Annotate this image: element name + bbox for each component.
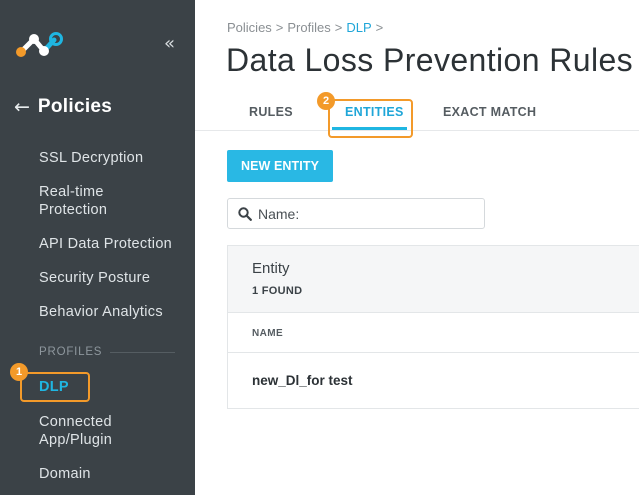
logo-icon[interactable] <box>14 30 66 65</box>
search-box[interactable] <box>227 198 485 229</box>
sidebar-item-api-data-protection[interactable]: API Data Protection <box>39 235 189 253</box>
sidebar-item-ssl-decryption[interactable]: SSL Decryption <box>39 149 189 167</box>
profiles-divider <box>110 351 175 353</box>
breadcrumb-separator: > <box>275 20 284 35</box>
row-divider <box>228 352 639 353</box>
entity-panel-title: Entity <box>252 260 290 277</box>
profiles-section-header: PROFILES <box>39 346 175 358</box>
new-entity-button[interactable]: NEW ENTITY <box>227 150 333 182</box>
search-icon <box>238 206 252 221</box>
sidebar-item-real-time-protection[interactable]: Real-time Protection <box>39 183 149 219</box>
breadcrumb-policies[interactable]: Policies <box>227 20 272 35</box>
sidebar-item-behavior-analytics[interactable]: Behavior Analytics <box>39 303 189 321</box>
breadcrumb-profiles[interactable]: Profiles <box>287 20 330 35</box>
collapse-icon[interactable]: « <box>164 34 175 54</box>
column-header-name[interactable]: NAME <box>252 328 283 339</box>
annotation-badge-1: 1 <box>10 363 28 381</box>
breadcrumb-separator: > <box>334 20 343 35</box>
profiles-header-label: PROFILES <box>39 346 103 358</box>
sidebar-item-domain[interactable]: Domain <box>39 465 189 483</box>
back-to-policies[interactable]: ← Policies <box>14 94 112 120</box>
annotation-badge-2: 2 <box>317 92 335 110</box>
sidebar-item-security-posture[interactable]: Security Posture <box>39 269 189 287</box>
search-input[interactable] <box>258 205 468 222</box>
entities-highlight-box <box>328 99 413 138</box>
back-arrow-icon: ← <box>14 96 30 118</box>
main-content: Policies > Profiles > DLP > Data Loss Prevent… <box>195 0 639 495</box>
sidebar-title: Policies <box>37 96 113 117</box>
tab-bar: RULES ENTITIES EXACT MATCH <box>195 99 639 131</box>
entity-count: 1 FOUND <box>252 285 303 297</box>
sidebar: « ← Policies SSL Decryption Real-time Pr… <box>0 0 195 495</box>
tab-rules[interactable]: RULES <box>249 105 293 119</box>
sidebar-item-connected-app-plugin[interactable]: Connected App/Plugin <box>39 413 149 449</box>
page-title: Data Loss Prevention Rules <box>226 42 634 78</box>
tab-exact-match[interactable]: EXACT MATCH <box>443 105 536 119</box>
sidebar-item-dlp[interactable]: DLP <box>39 378 69 396</box>
breadcrumb-separator: > <box>375 20 384 35</box>
breadcrumb: Policies > Profiles > DLP > <box>227 20 387 35</box>
entity-panel: Entity 1 FOUND NAME new_Dl_for test <box>227 245 639 409</box>
breadcrumb-dlp[interactable]: DLP <box>346 20 371 35</box>
entity-panel-header: Entity 1 FOUND <box>228 246 639 313</box>
table-row[interactable]: new_Dl_for test <box>252 373 353 388</box>
